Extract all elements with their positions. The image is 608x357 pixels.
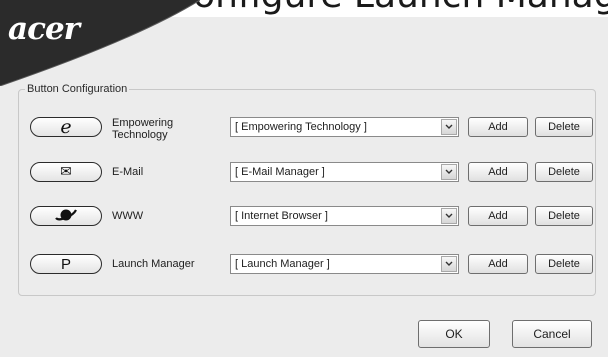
ie-e-icon: e xyxy=(60,115,72,138)
envelope-icon: ✉ xyxy=(60,164,72,180)
www-key-button[interactable] xyxy=(30,206,102,226)
chevron-down-icon[interactable] xyxy=(441,208,457,224)
config-dialog: Configure Launch Manager acer Button Con… xyxy=(0,0,608,357)
config-row-email: ✉ E-Mail [ E-Mail Manager ] Add Delete xyxy=(0,162,608,184)
window-title: Configure Launch Manager xyxy=(168,0,608,14)
row-label: E-Mail xyxy=(112,166,144,178)
add-button[interactable]: Add xyxy=(468,117,528,137)
chevron-down-icon[interactable] xyxy=(441,119,457,135)
application-select[interactable]: [ Internet Browser ] xyxy=(230,206,459,226)
cancel-button[interactable]: Cancel xyxy=(512,320,592,348)
row-label: WWW xyxy=(112,210,144,222)
add-button[interactable]: Add xyxy=(468,254,528,274)
empowering-key-button[interactable]: e xyxy=(30,117,102,137)
application-select[interactable]: [ Empowering Technology ] xyxy=(230,117,459,137)
planet-icon xyxy=(54,207,78,226)
config-row-empowering: e Empowering Technology [ Empowering Tec… xyxy=(0,117,608,141)
delete-button[interactable]: Delete xyxy=(535,162,593,182)
row-label: Empowering Technology xyxy=(112,117,174,141)
delete-button[interactable]: Delete xyxy=(535,117,593,137)
add-button[interactable]: Add xyxy=(468,206,528,226)
delete-button[interactable]: Delete xyxy=(535,254,593,274)
acer-logo: acer xyxy=(8,11,80,47)
row-label: Launch Manager xyxy=(112,258,195,270)
select-value: [ E-Mail Manager ] xyxy=(235,166,325,178)
config-row-launch-manager: P Launch Manager [ Launch Manager ] Add … xyxy=(0,254,608,276)
chevron-down-icon[interactable] xyxy=(441,164,457,180)
launch-manager-key-button[interactable]: P xyxy=(30,254,102,274)
add-button[interactable]: Add xyxy=(468,162,528,182)
select-value: [ Internet Browser ] xyxy=(235,210,328,222)
ok-button[interactable]: OK xyxy=(418,320,490,348)
chevron-down-icon[interactable] xyxy=(441,256,457,272)
application-select[interactable]: [ E-Mail Manager ] xyxy=(230,162,459,182)
p-letter-icon: P xyxy=(60,255,71,273)
delete-button[interactable]: Delete xyxy=(535,206,593,226)
application-select[interactable]: [ Launch Manager ] xyxy=(230,254,459,274)
acer-banner: acer xyxy=(0,0,200,86)
email-key-button[interactable]: ✉ xyxy=(30,162,102,182)
select-value: [ Empowering Technology ] xyxy=(235,121,367,133)
config-row-www: WWW [ Internet Browser ] Add Delete xyxy=(0,206,608,228)
group-label: Button Configuration xyxy=(25,82,130,96)
select-value: [ Launch Manager ] xyxy=(235,258,330,270)
